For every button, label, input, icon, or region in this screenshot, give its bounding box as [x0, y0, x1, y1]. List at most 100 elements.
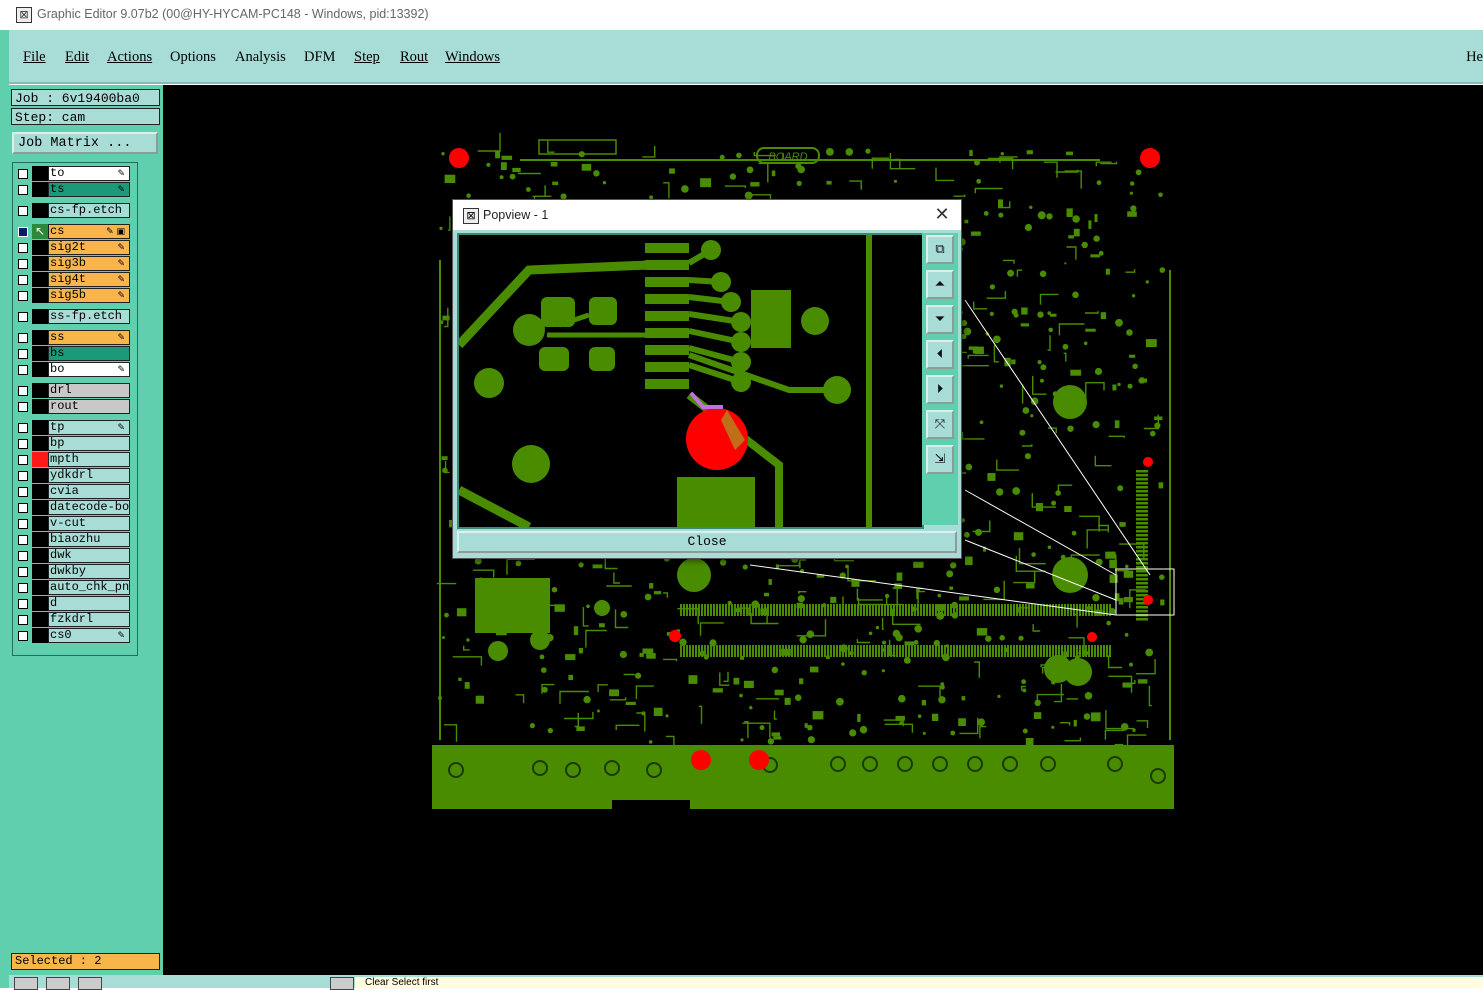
- layer-name[interactable]: ss✎: [48, 330, 130, 345]
- layer-row-fzkdrl[interactable]: fzkdrl: [13, 612, 132, 627]
- menu-rout[interactable]: Rout: [400, 49, 428, 66]
- layer-color-swatch[interactable]: [32, 628, 48, 643]
- layer-row-rout[interactable]: rout: [13, 399, 132, 414]
- menu-options[interactable]: Options: [170, 49, 216, 66]
- zoom-fit-icon[interactable]: ⧉: [926, 235, 954, 264]
- popview-canvas[interactable]: [457, 233, 924, 529]
- layer-color-swatch[interactable]: [32, 203, 48, 218]
- menu-analysis[interactable]: Analysis: [235, 49, 286, 66]
- layer-checkbox[interactable]: [18, 243, 28, 253]
- layer-name[interactable]: cs0✎: [48, 628, 130, 643]
- layer-color-swatch[interactable]: [32, 420, 48, 435]
- popview-title-bar[interactable]: ⊠ Popview - 1 ✕: [453, 200, 961, 230]
- layer-color-swatch[interactable]: [32, 484, 48, 499]
- layer-color-swatch[interactable]: [32, 272, 48, 287]
- layer-color-swatch[interactable]: [32, 468, 48, 483]
- layer-name[interactable]: auto_chk_pn: [48, 580, 130, 595]
- layer-row-dwk[interactable]: dwk: [13, 548, 132, 563]
- layer-name[interactable]: biaozhu: [48, 532, 130, 547]
- layer-row-sig3b[interactable]: sig3b✎: [13, 256, 132, 271]
- layer-row-v-cut[interactable]: v-cut: [13, 516, 132, 531]
- menu-help[interactable]: He: [1466, 49, 1483, 66]
- status-button-1[interactable]: [14, 977, 38, 990]
- popview-close-button[interactable]: Close: [457, 531, 957, 553]
- layer-checkbox[interactable]: [18, 487, 28, 497]
- layer-color-swatch[interactable]: [32, 240, 48, 255]
- status-button-3[interactable]: [78, 977, 102, 990]
- layer-color-swatch[interactable]: [32, 452, 48, 467]
- layer-color-swatch[interactable]: [32, 288, 48, 303]
- layer-row-cvia[interactable]: cvia: [13, 484, 132, 499]
- layer-name[interactable]: cs✎ ▣: [48, 224, 130, 239]
- layer-checkbox[interactable]: [18, 615, 28, 625]
- pan-right-icon[interactable]: ⏵: [926, 375, 954, 404]
- pan-down-icon[interactable]: ⏷: [926, 305, 954, 334]
- popview-zoom-view[interactable]: [459, 235, 922, 527]
- layer-color-swatch[interactable]: [32, 182, 48, 197]
- layer-row-d[interactable]: d: [13, 596, 132, 611]
- layer-row-dwkby[interactable]: dwkby: [13, 564, 132, 579]
- layer-name[interactable]: datecode-bo: [48, 500, 130, 515]
- layer-color-swatch[interactable]: [32, 166, 48, 181]
- layer-checkbox[interactable]: [18, 312, 28, 322]
- layer-name[interactable]: d: [48, 596, 130, 611]
- layer-name[interactable]: dwkby: [48, 564, 130, 579]
- layer-checkbox[interactable]: [18, 631, 28, 641]
- layer-color-swatch[interactable]: [32, 596, 48, 611]
- layer-row-drl[interactable]: drl: [13, 383, 132, 398]
- layer-checkbox[interactable]: [18, 291, 28, 301]
- menu-step[interactable]: Step: [354, 49, 380, 66]
- layer-color-swatch[interactable]: [32, 330, 48, 345]
- pan-up-icon[interactable]: ⏶: [926, 270, 954, 299]
- menu-actions[interactable]: Actions: [107, 49, 152, 66]
- layer-name[interactable]: fzkdrl: [48, 612, 130, 627]
- layer-row-ss-fp.etch[interactable]: ss-fp.etch: [13, 309, 132, 324]
- layer-checkbox[interactable]: [18, 275, 28, 285]
- layer-row-cs0[interactable]: cs0✎: [13, 628, 132, 643]
- pan-left-icon[interactable]: ⏴: [926, 340, 954, 369]
- layer-color-swatch[interactable]: [32, 383, 48, 398]
- layer-checkbox[interactable]: [18, 386, 28, 396]
- status-button-4[interactable]: [330, 977, 354, 990]
- layer-name[interactable]: ts✎: [48, 182, 130, 197]
- layer-color-swatch[interactable]: [32, 346, 48, 361]
- layer-color-swatch[interactable]: [32, 612, 48, 627]
- layer-checkbox[interactable]: [18, 206, 28, 216]
- layer-name[interactable]: bo✎: [48, 362, 130, 377]
- layer-name[interactable]: sig2t✎: [48, 240, 130, 255]
- layer-row-datecode-bo[interactable]: datecode-bo: [13, 500, 132, 515]
- layer-name[interactable]: dwk: [48, 548, 130, 563]
- status-button-2[interactable]: [46, 977, 70, 990]
- layer-checkbox[interactable]: [18, 503, 28, 513]
- layer-row-biaozhu[interactable]: biaozhu: [13, 532, 132, 547]
- layer-row-mpth[interactable]: mpth: [13, 452, 132, 467]
- layer-row-bo[interactable]: bo✎: [13, 362, 132, 377]
- layer-name[interactable]: cs-fp.etch: [48, 203, 130, 218]
- layer-name[interactable]: bp: [48, 436, 130, 451]
- job-matrix-button[interactable]: Job Matrix ...: [12, 132, 158, 154]
- layer-name[interactable]: rout: [48, 399, 130, 414]
- zoom-in-icon[interactable]: ⤧: [926, 410, 954, 439]
- layer-color-swatch[interactable]: [32, 532, 48, 547]
- layer-name[interactable]: v-cut: [48, 516, 130, 531]
- menu-file[interactable]: File: [23, 49, 46, 66]
- layer-color-swatch[interactable]: [32, 309, 48, 324]
- layer-color-swatch[interactable]: [32, 256, 48, 271]
- layer-name[interactable]: sig3b✎: [48, 256, 130, 271]
- layer-color-swatch[interactable]: [32, 500, 48, 515]
- layer-checkbox[interactable]: [18, 567, 28, 577]
- layer-name[interactable]: drl: [48, 383, 130, 398]
- layer-checkbox[interactable]: [18, 455, 28, 465]
- layer-row-ts[interactable]: ts✎: [13, 182, 132, 197]
- layer-row-bs[interactable]: bs: [13, 346, 132, 361]
- layer-checkbox[interactable]: [18, 423, 28, 433]
- layer-checkbox[interactable]: [18, 365, 28, 375]
- layer-checkbox[interactable]: [18, 471, 28, 481]
- layer-checkbox[interactable]: [18, 333, 28, 343]
- close-icon[interactable]: ✕: [931, 204, 953, 226]
- layer-row-ydkdrl[interactable]: ydkdrl: [13, 468, 132, 483]
- layer-name[interactable]: ydkdrl: [48, 468, 130, 483]
- layer-row-cs[interactable]: ↖cs✎ ▣: [13, 224, 132, 239]
- layer-color-swatch[interactable]: [32, 564, 48, 579]
- layer-name[interactable]: ss-fp.etch: [48, 309, 130, 324]
